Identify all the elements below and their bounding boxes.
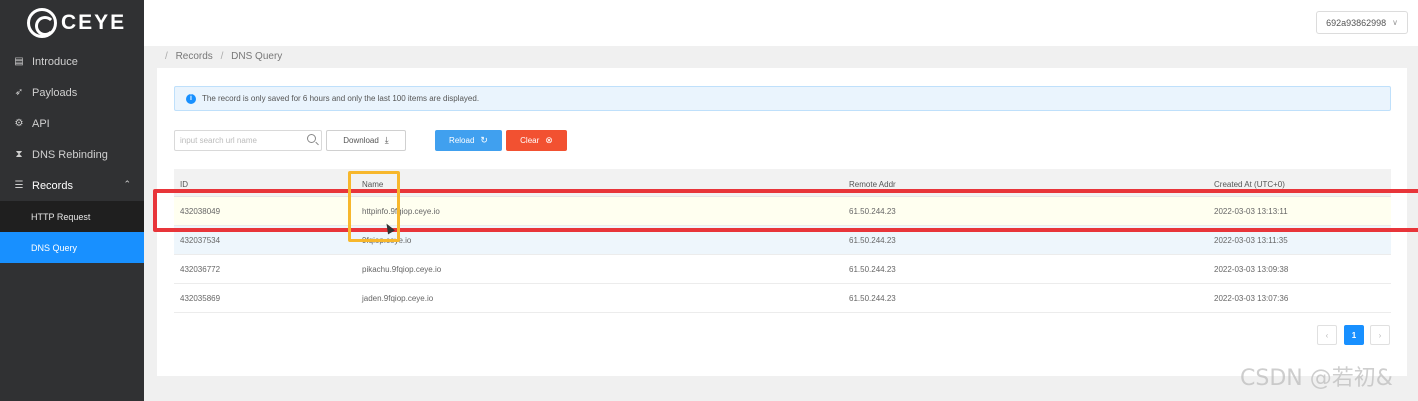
breadcrumb: / Records / DNS Query <box>160 51 282 62</box>
clear-button[interactable]: Clear ⊗ <box>506 130 567 151</box>
sidebar-subitem-label: HTTP Request <box>31 211 91 222</box>
sidebar-item-label: DNS Rebinding <box>32 148 108 161</box>
chevron-down-icon: ∨ <box>1392 18 1398 27</box>
clear-button-label: Clear <box>520 136 540 145</box>
sidebar-item-payloads[interactable]: ➶ Payloads <box>0 77 144 108</box>
sidebar: CEYE ▤ Introduce ➶ Payloads ⚙ API ⧗ DNS … <box>0 0 144 401</box>
pagination-page-1[interactable]: 1 <box>1344 325 1364 345</box>
logo[interactable]: CEYE <box>0 0 144 46</box>
cell-remote-addr: 61.50.244.23 <box>849 264 896 274</box>
book-icon: ▤ <box>14 56 24 67</box>
sidebar-item-label: Payloads <box>32 86 78 99</box>
brand-name: CEYE <box>61 11 127 34</box>
breadcrumb-dns-query: DNS Query <box>231 51 283 62</box>
ceye-logo-icon <box>27 8 57 38</box>
breadcrumb-separator: / <box>220 51 224 62</box>
search-input[interactable] <box>174 130 322 151</box>
table-row[interactable]: 432035869 jaden.9fqiop.ceye.io 61.50.244… <box>174 284 1391 313</box>
sidebar-item-label: API <box>32 117 50 130</box>
info-alert: i The record is only saved for 6 hours a… <box>174 86 1391 111</box>
account-dropdown[interactable]: 692a93862998 ∨ <box>1316 11 1408 34</box>
cell-remote-addr: 61.50.244.23 <box>849 293 896 303</box>
sidebar-subitem-http-request[interactable]: HTTP Request <box>0 201 144 232</box>
breadcrumb-records[interactable]: Records <box>176 51 213 62</box>
cell-name: jaden.9fqiop.ceye.io <box>362 293 434 303</box>
cell-created-at: 2022-03-03 13:09:38 <box>1214 264 1289 274</box>
chevron-up-icon: ⌃ <box>123 179 131 189</box>
breadcrumb-separator: / <box>165 51 168 62</box>
info-icon: i <box>186 93 196 104</box>
sidebar-item-label: Introduce <box>32 55 78 68</box>
watermark: CSDN @若初& <box>1240 366 1393 391</box>
download-button-label: Download <box>343 136 379 145</box>
cell-id: 432036772 <box>180 264 221 274</box>
sidebar-subitem-label: DNS Query <box>31 242 78 253</box>
search-icon[interactable] <box>307 134 316 143</box>
close-circle-icon: ⊗ <box>545 135 553 145</box>
table-row[interactable]: 432036772 pikachu.9fqiop.ceye.io 61.50.2… <box>174 255 1391 284</box>
rocket-icon: ➶ <box>14 87 24 98</box>
account-id: 692a93862998 <box>1326 17 1387 28</box>
download-button[interactable]: Download ⤓ <box>326 130 406 151</box>
reload-button-label: Reload <box>449 136 475 145</box>
api-icon: ⚙ <box>14 118 24 129</box>
sidebar-subitem-dns-query[interactable]: DNS Query <box>0 232 144 263</box>
sidebar-item-api[interactable]: ⚙ API <box>0 108 144 139</box>
hourglass-icon: ⧗ <box>15 149 23 160</box>
sidebar-item-records[interactable]: ☰ Records ⌃ <box>0 170 144 201</box>
highlight-box-red <box>153 189 1418 232</box>
sidebar-item-label: Records <box>32 179 73 192</box>
alert-text: The record is only saved for 6 hours and… <box>202 94 480 103</box>
list-icon: ☰ <box>14 180 24 191</box>
pagination-prev-button[interactable]: ‹ <box>1317 325 1337 345</box>
reload-button[interactable]: Reload ↻ <box>435 130 502 151</box>
sidebar-item-dns-rebinding[interactable]: ⧗ DNS Rebinding <box>0 139 144 170</box>
cell-name: pikachu.9fqiop.ceye.io <box>362 264 442 274</box>
download-icon: ⤓ <box>384 135 389 145</box>
cell-id: 432035869 <box>180 293 221 303</box>
pagination-next-button[interactable]: › <box>1370 325 1390 345</box>
top-header: 692a93862998 ∨ <box>144 0 1418 46</box>
sidebar-item-introduce[interactable]: ▤ Introduce <box>0 46 144 77</box>
cell-created-at: 2022-03-03 13:07:36 <box>1214 293 1289 303</box>
refresh-icon: ↻ <box>480 135 488 145</box>
